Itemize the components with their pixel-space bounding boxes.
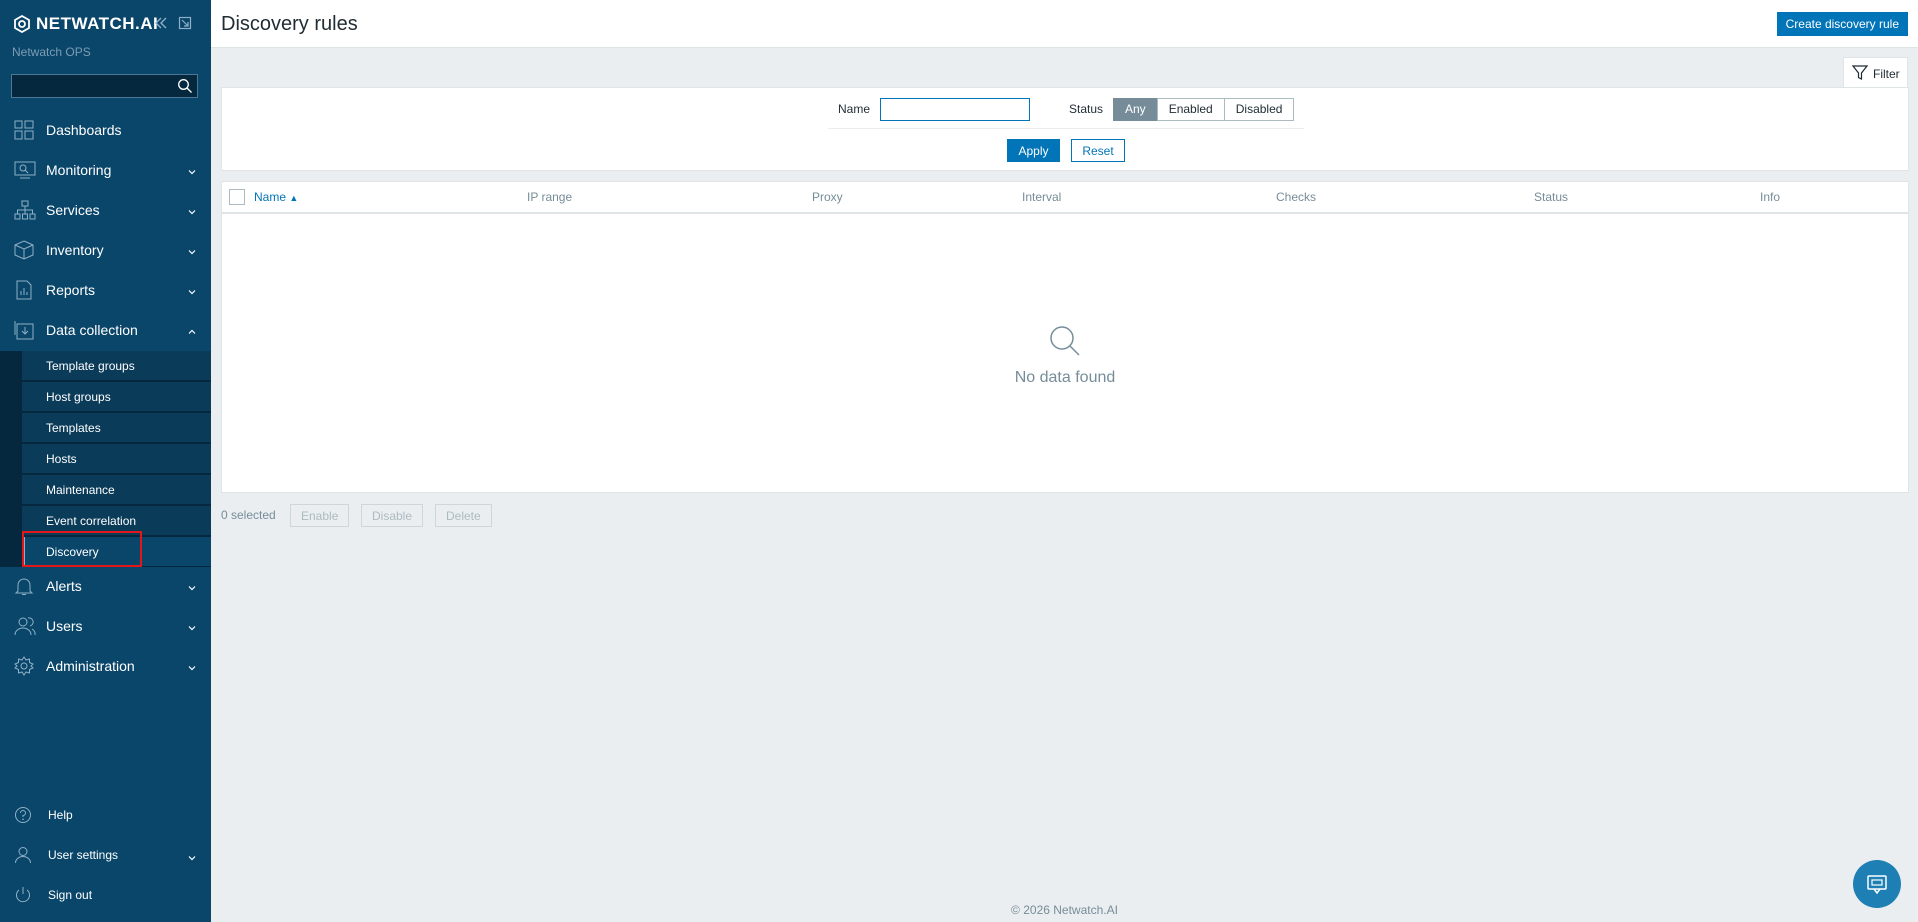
reports-icon [14, 280, 34, 300]
column-info: Info [1760, 190, 1781, 204]
logo[interactable]: NETWATCH.AI [13, 14, 158, 34]
nav-label: Inventory [46, 242, 104, 258]
disable-button[interactable]: Disable [361, 504, 424, 527]
chat-icon [1867, 875, 1887, 895]
chevron-down-icon [187, 620, 197, 638]
chevron-down-icon [187, 284, 197, 302]
filter-divider [828, 128, 1304, 129]
nav-label: Dashboards [46, 122, 122, 138]
filter-tab[interactable]: Filter [1843, 57, 1908, 89]
nav-administration[interactable]: Administration [0, 646, 211, 686]
nav-user-settings[interactable]: User settings [0, 840, 211, 870]
user-icon [14, 846, 32, 869]
sidebar: NETWATCH.AI Netwatch OPS Dashboards Moni… [0, 0, 211, 922]
status-any-option[interactable]: Any [1113, 98, 1158, 121]
discovery-rules-table: Name ▲ IP range Proxy Interval Checks St… [221, 181, 1909, 493]
nav-label: Data collection [46, 322, 138, 338]
users-icon [14, 616, 36, 636]
services-icon [14, 200, 36, 220]
dashboards-icon [14, 120, 34, 140]
nav-help[interactable]: Help [0, 800, 211, 830]
brand-logo-icon [14, 15, 30, 33]
nav-inventory[interactable]: Inventory [0, 230, 211, 270]
chevron-down-icon [187, 204, 197, 222]
no-data-search-icon [1050, 326, 1080, 356]
column-checks: Checks [1276, 190, 1317, 204]
column-status: Status [1534, 190, 1569, 204]
submenu-templates[interactable]: Templates [22, 413, 211, 443]
kiosk-mode-icon[interactable] [178, 16, 192, 35]
monitoring-icon [14, 160, 36, 180]
status-disabled-option[interactable]: Disabled [1223, 98, 1295, 121]
user-settings-label: User settings [48, 848, 119, 862]
help-icon [14, 806, 32, 829]
nav-services[interactable]: Services [0, 190, 211, 230]
power-icon [14, 886, 32, 909]
submenu-hosts[interactable]: Hosts [22, 444, 211, 474]
server-name: Netwatch OPS [12, 45, 91, 59]
status-segmented-control: Any Enabled Disabled [1113, 98, 1295, 121]
delete-button[interactable]: Delete [435, 504, 492, 527]
column-ip-range: IP range [527, 190, 573, 204]
nav-label: Reports [46, 282, 96, 298]
table-header: Name ▲ IP range Proxy Interval Checks St… [222, 182, 1908, 214]
chevron-down-icon [187, 580, 197, 598]
bell-icon [14, 576, 34, 596]
nav-label: Services [46, 202, 100, 218]
highlight-annotation [22, 531, 142, 567]
status-enabled-option[interactable]: Enabled [1156, 98, 1225, 121]
selected-count: 0 selected [221, 508, 276, 522]
chevron-up-icon [187, 324, 197, 342]
collapse-sidebar-icon[interactable] [154, 16, 168, 35]
nav-label: Monitoring [46, 162, 112, 178]
nav-label: Alerts [46, 578, 82, 594]
column-name[interactable]: Name ▲ [254, 190, 298, 204]
nav-sign-out[interactable]: Sign out [0, 880, 211, 910]
brand-name: NETWATCH.AI [36, 14, 159, 33]
create-discovery-rule-button[interactable]: Create discovery rule [1776, 12, 1908, 36]
submenu-template-groups[interactable]: Template groups [22, 351, 211, 381]
chevron-down-icon [187, 850, 197, 868]
apply-button[interactable]: Apply [1007, 139, 1060, 162]
nav-monitoring[interactable]: Monitoring [0, 150, 211, 190]
gear-icon [14, 656, 34, 676]
sidebar-search-input[interactable] [11, 74, 198, 98]
reset-button[interactable]: Reset [1071, 139, 1125, 162]
filter-icon [1851, 65, 1869, 84]
filter-tab-label: Filter [1873, 67, 1900, 81]
nav-reports[interactable]: Reports [0, 270, 211, 310]
help-label: Help [48, 808, 73, 822]
column-name-label: Name [254, 190, 287, 204]
nav-dashboards[interactable]: Dashboards [0, 110, 211, 150]
nav-data-collection[interactable]: Data collection [0, 310, 211, 350]
nav-alerts[interactable]: Alerts [0, 566, 211, 606]
nav-label: Users [46, 618, 83, 634]
select-all-checkbox[interactable] [229, 189, 245, 205]
page-header: Discovery rules Create discovery rule [211, 0, 1918, 48]
sign-out-label: Sign out [48, 888, 93, 902]
chevron-down-icon [187, 660, 197, 678]
data-collection-icon [14, 320, 34, 340]
column-proxy: Proxy [812, 190, 843, 204]
filter-panel: Name Status Any Enabled Disabled Apply R… [221, 87, 1909, 171]
copyright: © 2026 Netwatch.AI [1011, 903, 1118, 917]
column-interval: Interval [1022, 190, 1062, 204]
chevron-down-icon [187, 164, 197, 182]
inventory-icon [14, 240, 34, 260]
chat-button[interactable] [1853, 860, 1901, 908]
submenu-host-groups[interactable]: Host groups [22, 382, 211, 412]
filter-status-label: Status [1069, 102, 1104, 116]
chevron-down-icon [187, 244, 197, 262]
submenu-maintenance[interactable]: Maintenance [22, 475, 211, 505]
empty-state-text: No data found [1014, 369, 1116, 386]
search-icon[interactable] [177, 78, 193, 99]
empty-state: No data found [222, 324, 1908, 387]
nav-label: Administration [46, 658, 135, 674]
sort-asc-icon: ▲ [289, 193, 299, 203]
nav-users[interactable]: Users [0, 606, 211, 646]
page-title: Discovery rules [221, 13, 358, 35]
filter-name-input[interactable] [880, 98, 1030, 121]
filter-name-label: Name [838, 102, 871, 116]
enable-button[interactable]: Enable [290, 504, 350, 527]
